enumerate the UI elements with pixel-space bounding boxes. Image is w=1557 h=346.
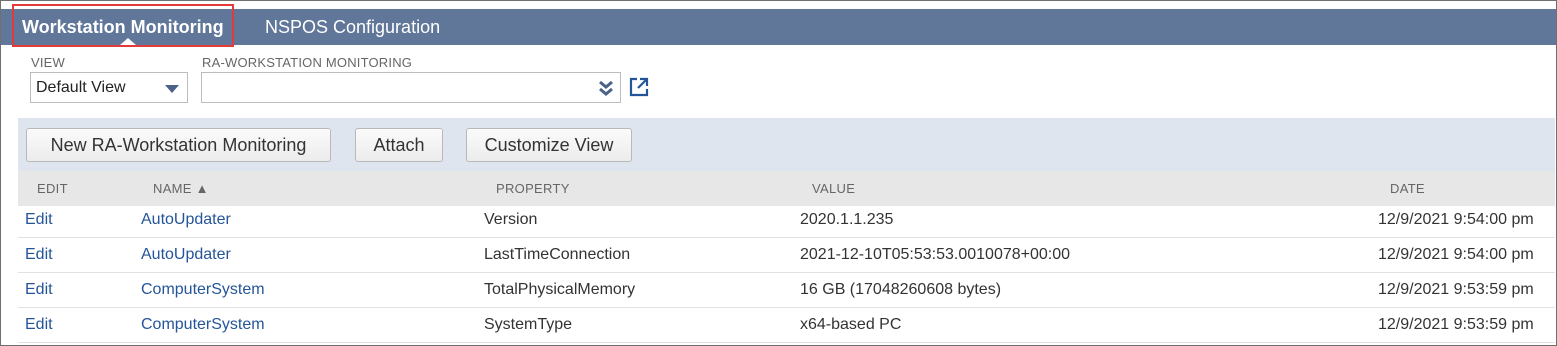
edit-link[interactable]: Edit xyxy=(25,238,53,272)
customize-view-button[interactable]: Customize View xyxy=(466,128,632,162)
view-select[interactable]: Default View xyxy=(30,72,188,103)
ra-workstation-monitoring-label: RA-WORKSTATION MONITORING xyxy=(202,55,413,70)
value-cell: 2021-12-10T05:53:53.0010078+00:00 xyxy=(800,246,1071,263)
table-header: EDIT NAME ▲ PROPERTY VALUE DATE xyxy=(18,171,1555,206)
edit-link[interactable]: Edit xyxy=(25,273,53,307)
attach-button[interactable]: Attach xyxy=(355,128,443,162)
column-header-name[interactable]: NAME ▲ xyxy=(153,171,209,206)
subtab-bar: Workstation Monitoring NSPOS Configurati… xyxy=(1,9,1556,45)
value-cell: 2020.1.1.235 xyxy=(800,211,894,228)
date-cell: 12/9/2021 9:54:00 pm xyxy=(1378,211,1534,228)
value-cell: 16 GB (17048260608 bytes) xyxy=(800,281,1002,298)
name-link[interactable]: AutoUpdater xyxy=(141,238,231,272)
button-bar: New RA-Workstation Monitoring Attach Cus… xyxy=(18,118,1555,171)
column-header-date[interactable]: DATE xyxy=(1390,171,1425,206)
value-cell: x64-based PC xyxy=(800,316,902,333)
property-cell: LastTimeConnection xyxy=(484,246,631,263)
column-header-edit: EDIT xyxy=(37,181,68,196)
column-header-value[interactable]: VALUE xyxy=(812,171,855,206)
edit-link[interactable]: Edit xyxy=(25,308,53,342)
table-row: Edit AutoUpdater LastTimeConnection 2021… xyxy=(18,238,1555,273)
table-row: Edit AutoUpdater Version 2020.1.1.235 12… xyxy=(18,203,1555,238)
table-row: Edit ComputerSystem TotalPhysicalMemory … xyxy=(18,273,1555,308)
edit-link[interactable]: Edit xyxy=(25,203,53,237)
double-chevron-down-icon[interactable] xyxy=(598,80,614,96)
ra-workstation-monitoring-field[interactable] xyxy=(201,72,621,103)
dropdown-caret-icon xyxy=(165,85,179,93)
tab-nspos-configuration[interactable]: NSPOS Configuration xyxy=(265,9,440,45)
property-cell: TotalPhysicalMemory xyxy=(484,281,636,298)
property-cell: Version xyxy=(484,211,538,228)
tab-highlight-box xyxy=(12,4,234,47)
column-header-property[interactable]: PROPERTY xyxy=(496,171,570,206)
date-cell: 12/9/2021 9:53:59 pm xyxy=(1378,316,1534,333)
name-link[interactable]: ComputerSystem xyxy=(141,308,265,342)
name-link[interactable]: AutoUpdater xyxy=(141,203,231,237)
view-label: VIEW xyxy=(31,55,66,70)
view-select-value: Default View xyxy=(36,79,126,96)
new-ra-workstation-monitoring-button[interactable]: New RA-Workstation Monitoring xyxy=(26,128,331,162)
date-cell: 12/9/2021 9:53:59 pm xyxy=(1378,281,1534,298)
property-cell: SystemType xyxy=(484,316,573,333)
name-link[interactable]: ComputerSystem xyxy=(141,273,265,307)
table-row: Edit ComputerSystem SystemType x64-based… xyxy=(18,308,1555,343)
open-external-icon[interactable] xyxy=(628,76,650,98)
date-cell: 12/9/2021 9:54:00 pm xyxy=(1378,246,1534,263)
